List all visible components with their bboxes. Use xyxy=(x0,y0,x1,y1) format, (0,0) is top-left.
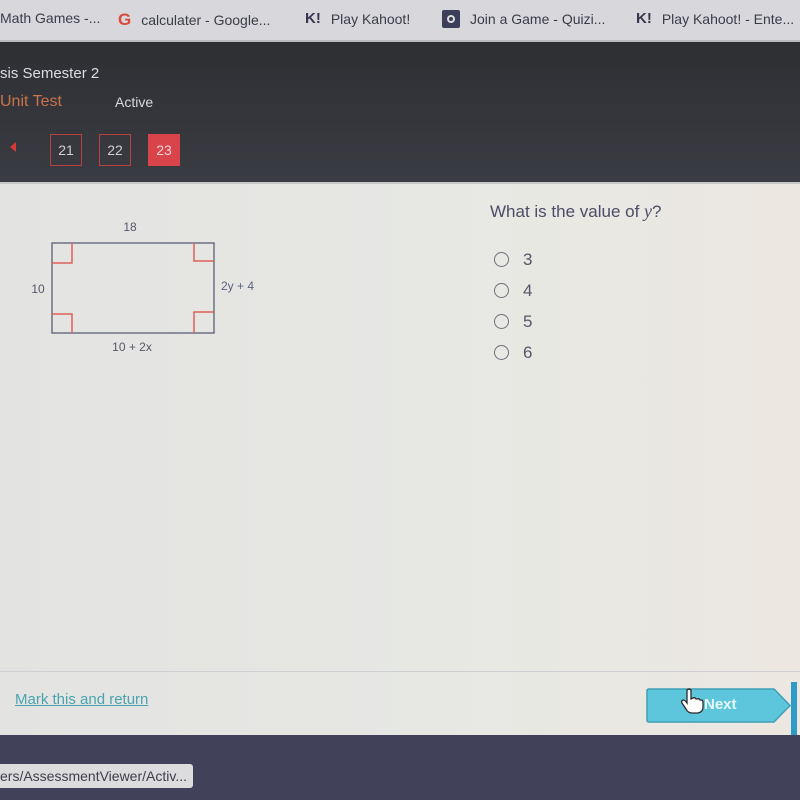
mark-and-return-link[interactable]: Mark this and return xyxy=(15,691,148,708)
right-angle-marker-bl xyxy=(52,313,73,333)
bookmark-play-kahoot-enter[interactable]: K! Play Kahoot! - Ente... xyxy=(636,10,794,27)
bookmark-join-quizizz[interactable]: Join a Game - Quizi... xyxy=(442,10,605,28)
radio-button[interactable] xyxy=(494,345,509,360)
top-side-label: 18 xyxy=(123,220,137,234)
bottom-side-label: 10 + 2x xyxy=(112,340,152,354)
browser-bottom: ers/AssessmentViewer/Activ... xyxy=(0,735,800,800)
question-number-21[interactable]: 21 xyxy=(50,134,82,166)
google-icon: G xyxy=(118,10,132,29)
course-title: sis Semester 2 xyxy=(0,65,100,82)
question-text: What is the value of y? xyxy=(490,201,662,221)
next-button[interactable]: Next xyxy=(646,688,792,723)
footer-divider xyxy=(0,671,800,672)
status-label: Active xyxy=(115,94,154,110)
right-angle-marker-br xyxy=(193,311,214,333)
answer-option-3[interactable]: 3 xyxy=(494,244,532,275)
left-side-label: 10 xyxy=(31,282,45,296)
radio-button[interactable] xyxy=(494,283,509,298)
bookmark-play-kahoot[interactable]: K! Play Kahoot! xyxy=(305,10,410,27)
kahoot-icon: K! xyxy=(305,10,321,27)
radio-button[interactable] xyxy=(494,252,509,267)
answer-option-5[interactable]: 5 xyxy=(494,306,532,337)
bookmark-math-games[interactable]: Math Games -... xyxy=(0,10,100,26)
right-side-label: 2y + 4 xyxy=(221,279,254,293)
quizizz-icon xyxy=(442,10,460,28)
bookmark-calculator-google[interactable]: G calculater - Google... xyxy=(118,10,270,30)
side-accent-bar xyxy=(791,682,797,737)
radio-button[interactable] xyxy=(494,314,509,329)
hand-cursor-icon xyxy=(681,688,704,714)
question-number-23[interactable]: 23 xyxy=(148,134,180,166)
previous-arrow-icon[interactable] xyxy=(10,142,16,152)
status-bar-url: ers/AssessmentViewer/Activ... xyxy=(0,764,193,788)
question-panel: 18 10 2y + 4 10 + 2x What is the value o… xyxy=(0,182,800,737)
rectangle-diagram: 18 10 2y + 4 10 + 2x xyxy=(31,220,254,354)
bookmarks-bar: Math Games -... G calculater - Google...… xyxy=(0,0,800,42)
assessment-header: sis Semester 2 Unit Test Active 21 22 23 xyxy=(0,42,800,182)
unit-label: Unit Test xyxy=(0,93,62,110)
right-angle-marker-tr xyxy=(193,243,214,262)
answer-option-6[interactable]: 6 xyxy=(494,337,532,368)
answer-option-4[interactable]: 4 xyxy=(494,275,532,306)
kahoot-icon: K! xyxy=(636,10,652,27)
answer-options: 3 4 5 6 xyxy=(494,244,532,368)
rectangle-shape xyxy=(51,242,215,334)
right-angle-marker-tl xyxy=(52,243,73,264)
question-number-22[interactable]: 22 xyxy=(99,134,131,166)
